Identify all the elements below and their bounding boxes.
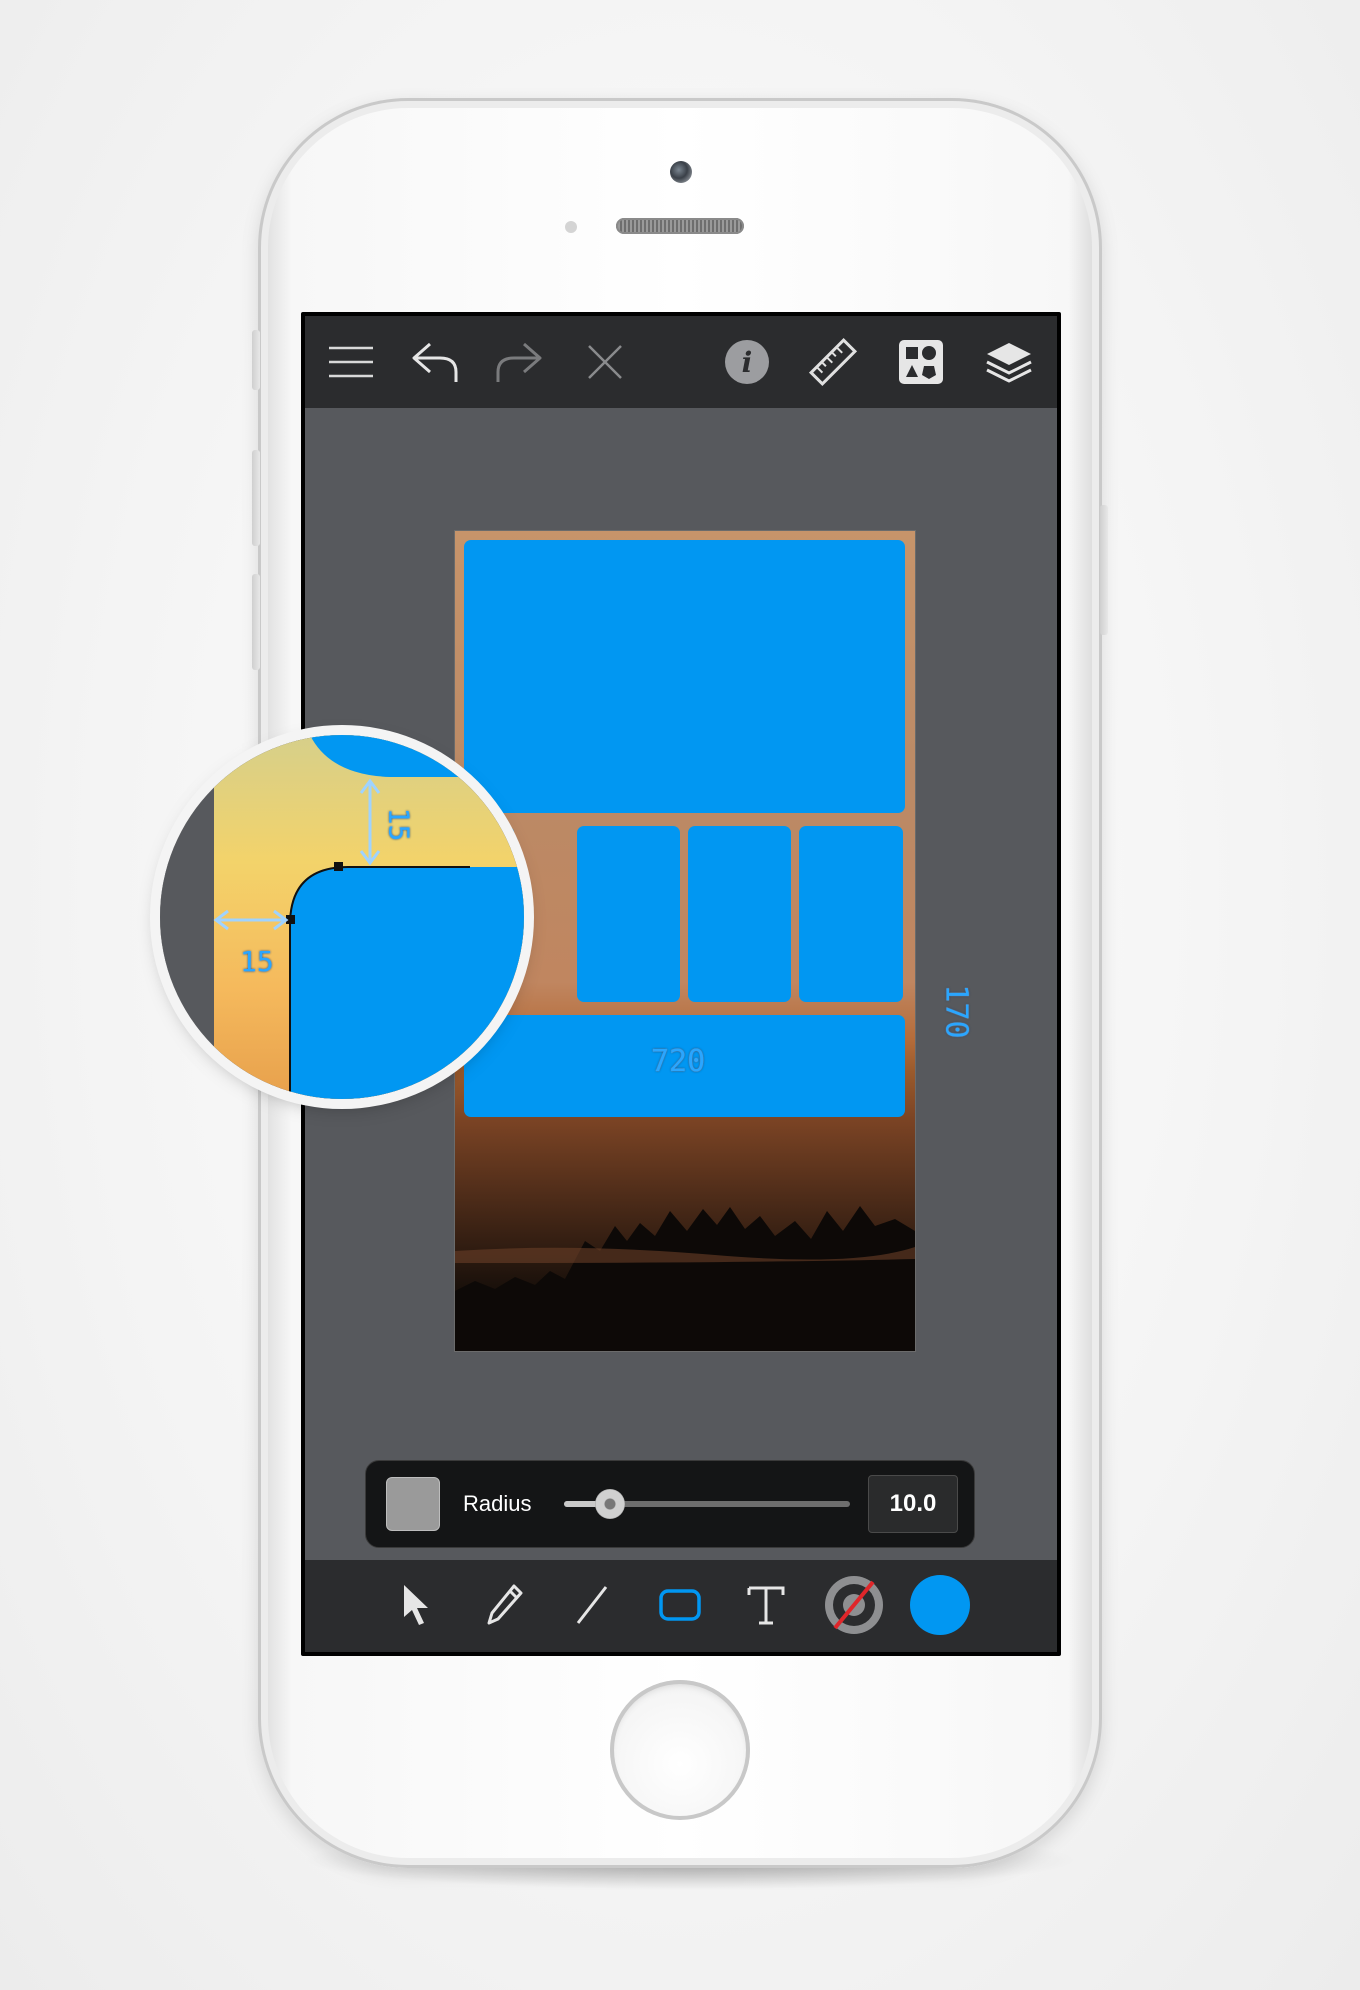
collage-cell-row-4[interactable] — [799, 826, 903, 1002]
power-button — [1100, 505, 1108, 635]
radius-control-bar: Radius 10.0 — [365, 1460, 975, 1548]
collage-cell-row-3[interactable] — [688, 826, 791, 1002]
info-icon[interactable]: i — [719, 334, 775, 390]
radius-value-field[interactable]: 10.0 — [868, 1475, 958, 1533]
volume-down-button — [252, 574, 260, 670]
front-camera — [670, 161, 692, 183]
horizontal-spacing-label: 15 — [240, 945, 274, 978]
pencil-tool-icon[interactable] — [473, 1574, 535, 1636]
stroke-color-icon[interactable] — [823, 1574, 885, 1636]
line-tool-icon[interactable] — [561, 1574, 623, 1636]
home-button[interactable] — [610, 1680, 750, 1820]
svg-text:i: i — [742, 346, 753, 379]
top-toolbar: i — [305, 316, 1057, 408]
text-tool-icon[interactable] — [735, 1574, 797, 1636]
width-dimension-label: 720 — [651, 1044, 706, 1079]
layers-icon[interactable] — [981, 334, 1037, 390]
collage-photo[interactable] — [455, 531, 915, 1351]
magnifier-loupe: 15 15 — [160, 735, 524, 1099]
radius-slider[interactable] — [564, 1489, 850, 1519]
radius-slider-thumb[interactable] — [594, 1489, 625, 1519]
fill-color-icon[interactable] — [909, 1574, 971, 1636]
collage-cell-row-2[interactable] — [577, 826, 680, 1002]
bottom-toolbar — [305, 1560, 1057, 1652]
templates-icon[interactable] — [893, 334, 949, 390]
redo-icon[interactable] — [491, 334, 547, 390]
volume-up-button — [252, 450, 260, 546]
vertical-spacing-label: 15 — [382, 807, 416, 842]
rectangle-tool-icon[interactable] — [649, 1574, 711, 1636]
menu-icon[interactable] — [323, 334, 379, 390]
proximity-sensor — [565, 221, 577, 233]
height-dimension-label: 170 — [938, 984, 974, 1039]
earpiece-speaker — [616, 218, 744, 234]
tree-silhouette — [455, 1206, 915, 1351]
ruler-icon[interactable] — [805, 334, 861, 390]
undo-icon[interactable] — [407, 334, 463, 390]
radius-label: Radius — [463, 1491, 532, 1516]
mute-switch — [252, 330, 260, 390]
collage-cell-top[interactable] — [464, 540, 905, 813]
select-tool-icon[interactable] — [387, 1574, 449, 1636]
corner-shape-swatch[interactable] — [386, 1477, 440, 1531]
close-icon[interactable] — [577, 334, 633, 390]
